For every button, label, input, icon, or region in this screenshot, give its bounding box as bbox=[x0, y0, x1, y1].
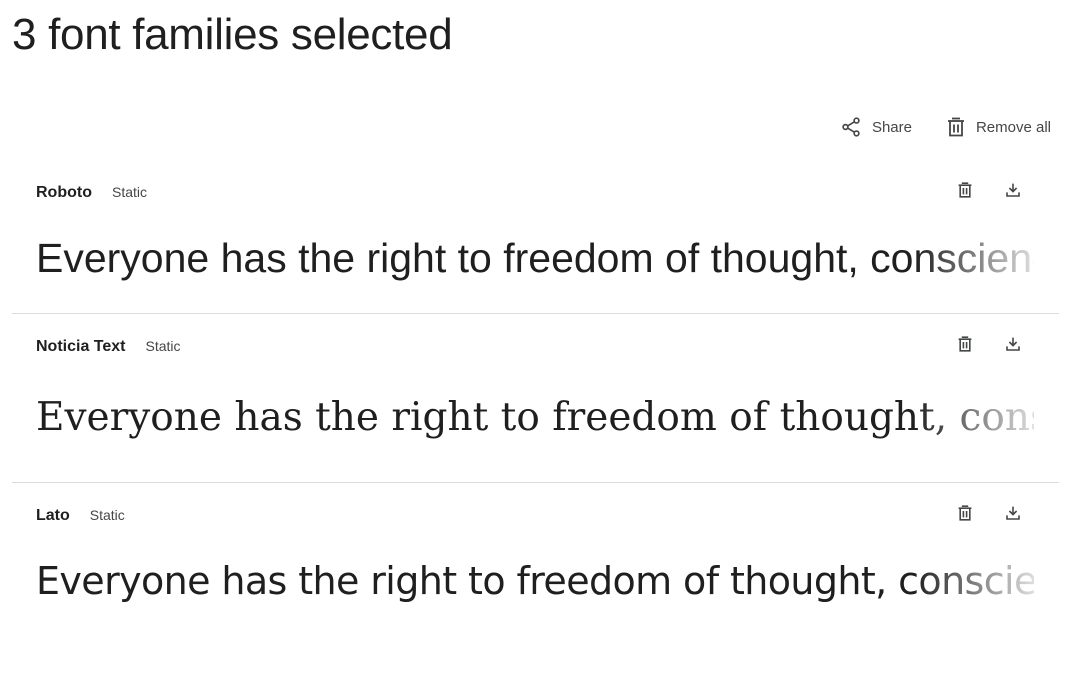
font-card-actions bbox=[955, 181, 1023, 204]
selection-toolbar: Share Remove all bbox=[840, 112, 1051, 142]
font-card-header: Lato Static bbox=[36, 507, 125, 525]
font-name: Lato bbox=[36, 507, 70, 524]
share-button[interactable]: Share bbox=[840, 112, 912, 142]
trash-icon bbox=[946, 116, 966, 138]
download-icon bbox=[1005, 336, 1021, 357]
remove-font-button[interactable] bbox=[955, 504, 975, 527]
font-name: Roboto bbox=[36, 184, 92, 201]
share-icon bbox=[840, 116, 862, 138]
download-icon bbox=[1005, 182, 1021, 203]
font-sample-text: Everyone has the right to freedom of tho… bbox=[36, 395, 1034, 440]
remove-font-button[interactable] bbox=[955, 181, 975, 204]
font-card-header: Roboto Static bbox=[36, 184, 147, 202]
font-type-tag: Static bbox=[111, 184, 147, 200]
trash-icon bbox=[957, 181, 973, 204]
selected-font-list: Roboto Static Everyone has the right to … bbox=[12, 160, 1059, 643]
font-card-actions bbox=[955, 335, 1023, 358]
remove-font-button[interactable] bbox=[955, 335, 975, 358]
download-icon bbox=[1005, 505, 1021, 526]
font-sample-text: Everyone has the right to freedom of tho… bbox=[36, 559, 1034, 603]
trash-icon bbox=[957, 504, 973, 527]
remove-all-button[interactable]: Remove all bbox=[946, 112, 1051, 142]
font-card-header: Noticia Text Static bbox=[36, 338, 181, 356]
font-card-actions bbox=[955, 504, 1023, 527]
share-label: Share bbox=[871, 118, 912, 136]
download-font-button[interactable] bbox=[1003, 182, 1023, 202]
font-type-tag: Static bbox=[145, 338, 181, 354]
download-font-button[interactable] bbox=[1003, 336, 1023, 356]
font-card-roboto: Roboto Static Everyone has the right to … bbox=[12, 160, 1059, 314]
trash-icon bbox=[957, 335, 973, 358]
page-title: 3 font families selected bbox=[12, 10, 453, 59]
font-card-lato: Lato Static Everyone has the right to fr… bbox=[12, 483, 1059, 643]
font-sample-text: Everyone has the right to freedom of tho… bbox=[36, 235, 1034, 281]
font-name: Noticia Text bbox=[36, 338, 126, 355]
font-card-noticia-text: Noticia Text Static Everyone has the rig… bbox=[12, 314, 1059, 483]
font-type-tag: Static bbox=[89, 507, 125, 523]
remove-all-label: Remove all bbox=[975, 118, 1051, 136]
download-font-button[interactable] bbox=[1003, 505, 1023, 525]
